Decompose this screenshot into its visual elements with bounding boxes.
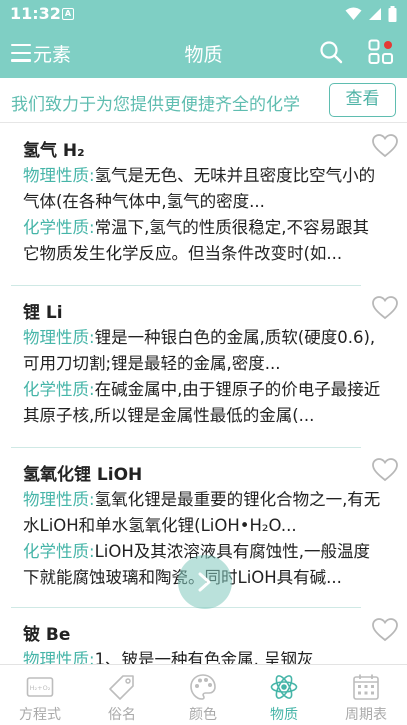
physical-property: 物理性质:锂是一种银白色的金属,质软(硬度0.6),可用刀切割;锂是最轻的金属,… bbox=[23, 325, 383, 377]
status-time: 11:32 bbox=[10, 4, 61, 23]
list-item[interactable]: 锂 Li 物理性质:锂是一种银白色的金属,质软(硬度0.6),可用刀切割;锂是最… bbox=[0, 286, 407, 448]
chemical-label: 化学性质: bbox=[23, 380, 95, 399]
physical-label: 物理性质: bbox=[23, 650, 95, 664]
heart-icon[interactable] bbox=[372, 458, 398, 482]
nav-equations[interactable]: H₂+O₂ 方程式 bbox=[0, 665, 80, 725]
item-title: 氢气 H₂ bbox=[23, 141, 85, 161]
chemical-label: 化学性质: bbox=[23, 218, 95, 237]
nav-label: 俗名 bbox=[108, 707, 136, 723]
atom-icon bbox=[270, 675, 298, 699]
nav-colors[interactable]: 颜色 bbox=[163, 665, 243, 725]
signal-icon bbox=[369, 8, 381, 20]
physical-property: 物理性质:1、铍是一种有色金属, 呈钢灰 bbox=[23, 647, 383, 664]
banner-text: 我们致力于为您提供更便捷齐全的化学 bbox=[11, 95, 300, 115]
nav-label: 周期表 bbox=[345, 707, 387, 723]
menu-icon[interactable] bbox=[11, 44, 31, 62]
app-bar: 元素 物质 bbox=[0, 28, 407, 78]
equation-icon: H₂+O₂ bbox=[26, 677, 54, 697]
chemical-label: 化学性质: bbox=[23, 542, 95, 561]
nav-periodic-table[interactable]: 周期表 bbox=[326, 665, 406, 725]
item-title: 氢氧化锂 LiOH bbox=[23, 465, 143, 485]
chemical-property: 化学性质:在碱金属中,由于锂原子的价电子最接近其原子核,所以锂是金属性最低的金属… bbox=[23, 377, 383, 429]
battery-icon bbox=[388, 6, 397, 22]
view-button[interactable]: 查看 bbox=[329, 83, 396, 117]
chevron-right-icon bbox=[198, 572, 211, 592]
physical-label: 物理性质: bbox=[23, 166, 95, 185]
promo-banner: 我们致力于为您提供更便捷齐全的化学 查看 bbox=[0, 78, 407, 123]
item-title: 锂 Li bbox=[23, 303, 63, 323]
palette-icon bbox=[190, 674, 216, 700]
list-item[interactable]: 铍 Be 物理性质:1、铍是一种有色金属, 呈钢灰 bbox=[0, 608, 407, 664]
heart-icon[interactable] bbox=[372, 618, 398, 642]
nav-label: 颜色 bbox=[189, 707, 217, 723]
elements-link[interactable]: 元素 bbox=[33, 40, 71, 67]
physical-property: 物理性质:氢气是无色、无味并且密度比空气小的气体(在各种气体中,氢气的密度... bbox=[23, 163, 383, 215]
physical-label: 物理性质: bbox=[23, 328, 95, 347]
nav-common-names[interactable]: 俗名 bbox=[82, 665, 162, 725]
svg-text:H₂+O₂: H₂+O₂ bbox=[30, 684, 51, 692]
tag-icon bbox=[109, 675, 134, 700]
heart-icon[interactable] bbox=[372, 296, 398, 320]
calendar-grid-icon bbox=[353, 674, 379, 700]
nav-substances[interactable]: 物质 bbox=[244, 665, 324, 725]
notification-icon: A bbox=[62, 8, 74, 20]
heart-icon[interactable] bbox=[372, 134, 398, 158]
status-icons bbox=[345, 6, 397, 22]
item-title: 铍 Be bbox=[23, 625, 71, 645]
physical-property: 物理性质:氢氧化锂是最重要的锂化合物之一,有无水LiOH和单水氢氧化锂(LiOH… bbox=[23, 487, 383, 539]
physical-label: 物理性质: bbox=[23, 490, 95, 509]
nav-label: 方程式 bbox=[19, 707, 61, 723]
scroll-fab[interactable] bbox=[178, 555, 232, 609]
bottom-nav: H₂+O₂ 方程式 俗名 颜色 物质 周期表 bbox=[0, 664, 407, 725]
chemical-property: 化学性质:常温下,氢气的性质很稳定,不容易跟其它物质发生化学反应。但当条件改变时… bbox=[23, 215, 383, 267]
apps-grid-icon[interactable] bbox=[368, 39, 394, 65]
status-bar: 11:32 A bbox=[0, 0, 407, 28]
physical-text: 1、铍是一种有色金属, 呈钢灰 bbox=[94, 650, 314, 664]
list-item[interactable]: 氢气 H₂ 物理性质:氢气是无色、无味并且密度比空气小的气体(在各种气体中,氢气… bbox=[0, 124, 407, 286]
search-icon[interactable] bbox=[319, 40, 343, 64]
nav-label: 物质 bbox=[270, 707, 298, 723]
wifi-icon bbox=[345, 7, 362, 20]
